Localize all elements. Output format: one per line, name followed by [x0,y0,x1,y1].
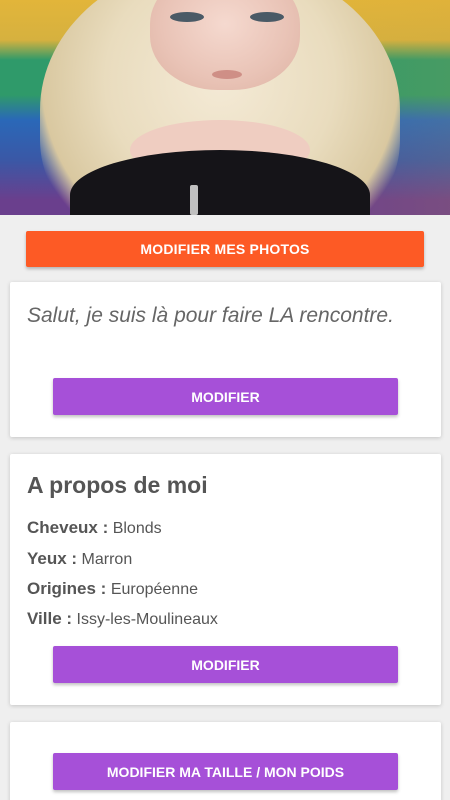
attribute-value: Marron [81,551,133,568]
edit-about-button[interactable]: MODIFIER [53,646,398,683]
attribute-key: Origines : [27,579,107,598]
profile-photo [0,0,450,215]
attribute-origins: Origines : Européenne [27,579,198,599]
attribute-eyes: Yeux : Marron [27,549,132,569]
bio-card: Salut, je suis là pour faire LA rencontr… [10,282,441,437]
bio-text: Salut, je suis là pour faire LA rencontr… [27,304,394,327]
about-title: A propos de moi [27,472,208,498]
photo-zip [190,185,198,215]
edit-size-weight-button[interactable]: MODIFIER MA TAILLE / MON POIDS [53,753,398,790]
attribute-key: Ville : [27,609,73,628]
photo-eye-left [170,12,204,22]
attribute-value: Issy-les-Moulineaux [76,611,218,628]
edit-photos-button[interactable]: MODIFIER MES PHOTOS [26,231,424,267]
about-card: A propos de moi Cheveux : Blonds Yeux : … [10,454,441,705]
attribute-value: Blonds [112,520,162,537]
edit-bio-button[interactable]: MODIFIER [53,378,398,415]
attribute-hair: Cheveux : Blonds [27,518,162,538]
attribute-value: Européenne [110,581,198,598]
attribute-key: Cheveux : [27,518,109,537]
size-weight-card: MODIFIER MA TAILLE / MON POIDS [10,722,441,800]
attribute-city: Ville : Issy-les-Moulineaux [27,609,218,629]
photo-lips [212,70,242,79]
photo-eye-right [250,12,284,22]
attribute-key: Yeux : [27,549,78,568]
